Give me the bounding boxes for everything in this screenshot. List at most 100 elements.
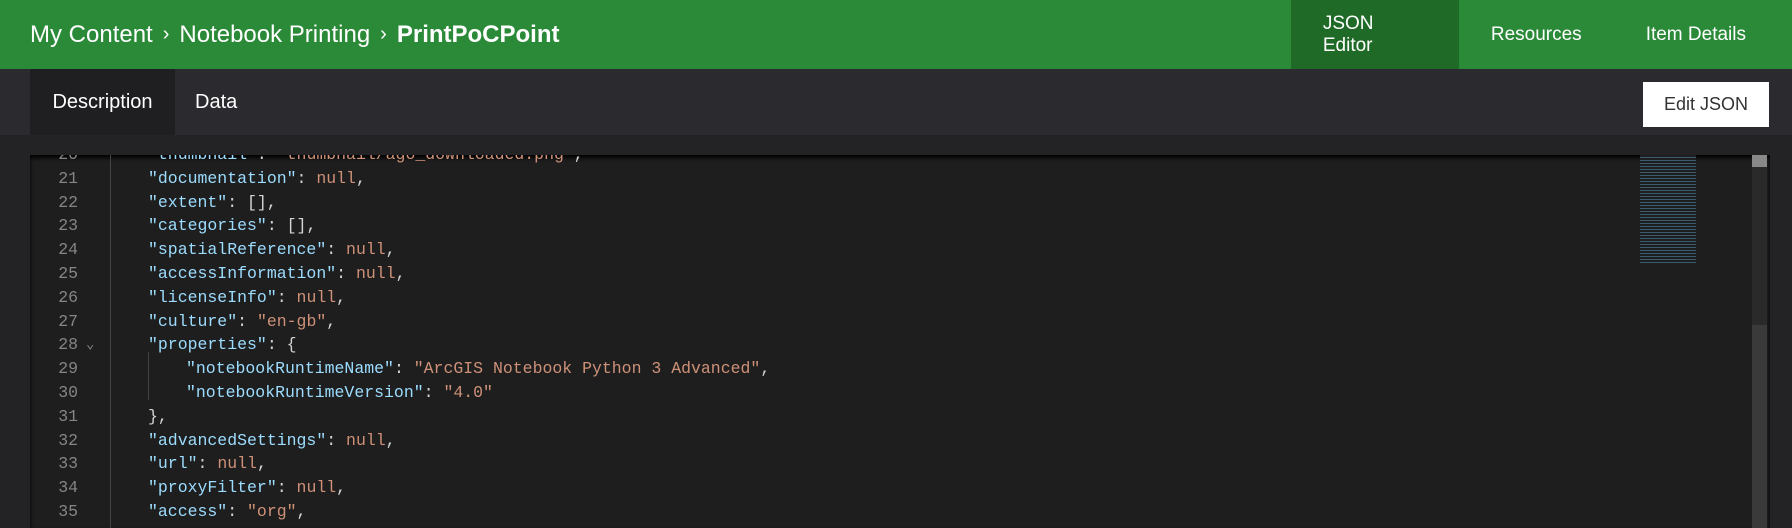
- code-text: "licenseInfo": null,: [148, 286, 346, 310]
- code-text: "url": null,: [148, 452, 267, 476]
- code-text: "properties": {: [148, 333, 297, 357]
- json-punct: ,: [395, 264, 406, 283]
- json-key: "notebookRuntimeVersion": [186, 383, 424, 402]
- json-key: "licenseInfo": [148, 287, 277, 307]
- json-value: null: [346, 430, 386, 450]
- json-colon: :: [197, 454, 218, 474]
- json-colon: :: [393, 359, 414, 379]
- vertical-scrollbar[interactable]: [1752, 155, 1767, 528]
- line-number: 31: [58, 406, 78, 426]
- json-key: "advancedSettings": [148, 430, 327, 450]
- scrollbar-thumb[interactable]: [1752, 155, 1767, 167]
- minimap[interactable]: [1640, 155, 1696, 265]
- code-line: 32 "advancedSettings": null,: [30, 429, 1630, 453]
- code-line: 31},: [30, 405, 1630, 429]
- code-line: 34 "proxyFilter": null,: [30, 476, 1630, 500]
- code-text: "thumbnail": "thumbnail/ago_downloaded.p…: [148, 155, 584, 167]
- tab-description[interactable]: Description: [30, 69, 175, 135]
- app-header: My Content › Notebook Printing › PrintPo…: [0, 0, 1792, 69]
- code-text: "access": "org",: [148, 500, 306, 524]
- json-colon: :: [276, 478, 297, 498]
- code-line: 24 "spatialReference": null,: [30, 238, 1630, 262]
- json-key: "extent": [148, 192, 228, 212]
- code-text: "extent": [],: [148, 191, 277, 215]
- scrollbar-track[interactable]: [1752, 325, 1767, 528]
- json-value: "4.0": [443, 383, 493, 402]
- json-punct: ,: [296, 502, 307, 521]
- json-key: "documentation": [148, 168, 297, 188]
- json-colon: :: [336, 264, 356, 283]
- edit-json-button[interactable]: Edit JSON: [1643, 82, 1769, 127]
- line-number: 32: [58, 430, 78, 450]
- line-number: 34: [58, 478, 78, 498]
- code-text: },: [148, 405, 168, 429]
- tab-json-editor[interactable]: JSON Editor: [1290, 0, 1459, 69]
- json-punct: {: [286, 335, 297, 355]
- code-text: "accessInformation": null,: [148, 262, 405, 286]
- line-number: 27: [58, 311, 78, 331]
- tab-item-details[interactable]: Item Details: [1614, 0, 1792, 69]
- json-punct: ,: [326, 311, 337, 331]
- json-colon: :: [237, 311, 257, 331]
- line-number: 29: [58, 359, 78, 379]
- tab-data[interactable]: Data: [195, 69, 237, 135]
- code-text: "culture": "en-gb",: [148, 310, 336, 334]
- code-line: 30 "notebookRuntimeVersion": "4.0": [30, 381, 1630, 405]
- line-number: 30: [58, 383, 78, 402]
- line-number: 25: [58, 264, 78, 283]
- json-code-editor[interactable]: 20 "thumbnail": "thumbnail/ago_downloaded…: [30, 155, 1770, 528]
- breadcrumb-current: PrintPoCPoint: [396, 20, 560, 48]
- code-text: "proxyFilter": null,: [148, 476, 346, 500]
- chevron-right-icon: ›: [380, 23, 387, 45]
- json-punct: ,: [336, 478, 347, 498]
- json-value: null: [355, 264, 396, 283]
- line-number: 20: [30, 155, 78, 167]
- line-number: 22: [58, 192, 78, 212]
- json-punct: ,: [574, 155, 584, 164]
- code-line: 29 "notebookRuntimeName": "ArcGIS Noteboo…: [30, 357, 1630, 381]
- json-colon: :: [326, 240, 347, 260]
- line-number: 23: [58, 216, 78, 236]
- code-line: 23 "categories": [],: [30, 214, 1630, 238]
- json-value: "org": [247, 502, 297, 521]
- json-value: null: [296, 478, 337, 498]
- json-colon: :: [266, 335, 287, 355]
- code-text: "notebookRuntimeName": "ArcGIS Notebook …: [186, 357, 770, 381]
- json-key: "thumbnail": [148, 155, 257, 164]
- json-key: "categories": [148, 216, 267, 236]
- line-number: 33: [58, 454, 78, 474]
- json-punct: ,: [385, 240, 396, 260]
- json-value: null: [296, 287, 337, 307]
- code-line: 26 "licenseInfo": null,: [30, 286, 1630, 310]
- breadcrumb: My Content › Notebook Printing › PrintPo…: [30, 0, 560, 69]
- json-colon: :: [266, 216, 287, 236]
- json-key: "properties": [148, 335, 267, 355]
- code-line: 21 "documentation": null,: [30, 167, 1630, 191]
- json-colon: :: [257, 155, 277, 164]
- breadcrumb-my-content[interactable]: My Content: [30, 21, 153, 49]
- json-punct: },: [148, 406, 168, 426]
- json-key: "proxyFilter": [148, 478, 277, 498]
- code-text: "categories": [],: [148, 214, 316, 238]
- code-line: 20 "thumbnail": "thumbnail/ago_downloaded…: [30, 155, 1630, 167]
- code-line: 27 "culture": "en-gb",: [30, 310, 1630, 334]
- item-nav: JSON Editor Resources Item Details: [1290, 0, 1792, 69]
- json-punct: ,: [385, 430, 396, 450]
- breadcrumb-notebook-printing[interactable]: Notebook Printing: [179, 21, 370, 49]
- json-punct: [],: [286, 216, 317, 236]
- json-value: null: [346, 240, 386, 260]
- editor-tabs: Description Data Edit JSON: [0, 69, 1792, 135]
- code-text: "documentation": null,: [148, 167, 366, 191]
- line-number: 28: [58, 335, 78, 355]
- code-text: "advancedSettings": null,: [148, 429, 396, 453]
- json-key: "culture": [148, 311, 238, 331]
- code-line: 33 "url": null,: [30, 452, 1630, 476]
- fold-chevron-icon[interactable]: ⌄: [86, 333, 94, 357]
- json-key: "access": [148, 502, 228, 521]
- tab-resources[interactable]: Resources: [1459, 0, 1614, 69]
- json-punct: ,: [256, 454, 267, 474]
- json-key: "notebookRuntimeName": [186, 359, 394, 379]
- code-line: 35 "access": "org",: [30, 500, 1630, 524]
- json-punct: ,: [355, 168, 366, 188]
- json-value: "thumbnail/ago_downloaded.png": [277, 155, 574, 164]
